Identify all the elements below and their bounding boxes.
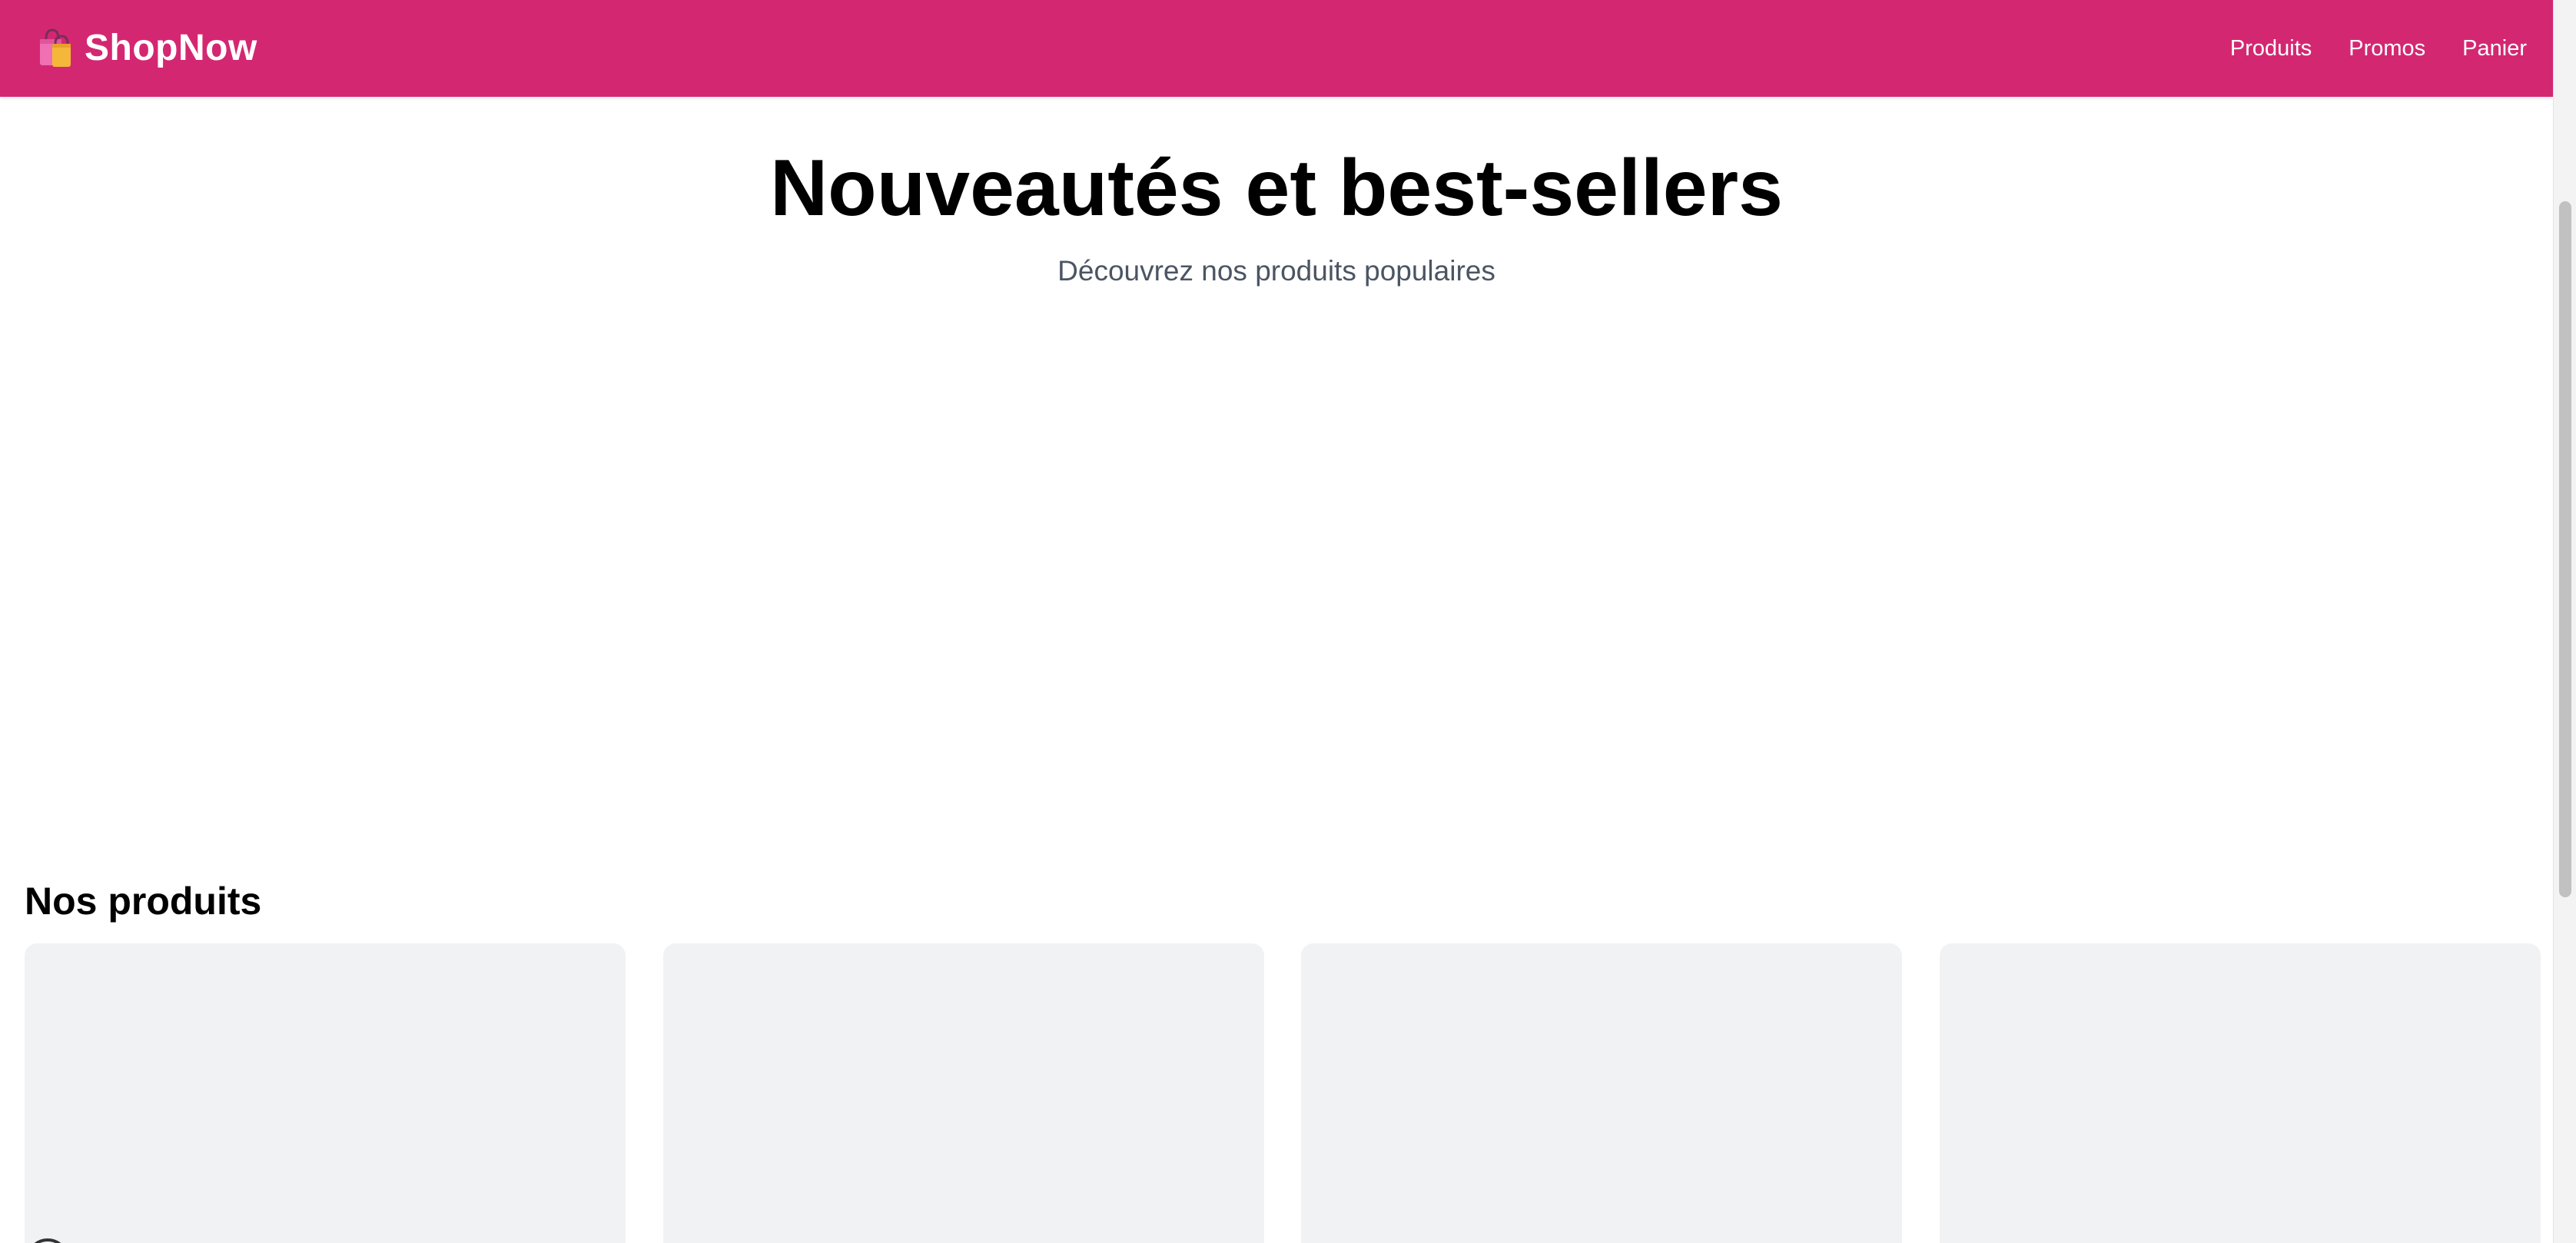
nav-link-produits[interactable]: Produits	[2230, 36, 2312, 61]
hero-subtitle: Découvrez nos produits populaires	[1057, 255, 1495, 287]
product-card[interactable]	[662, 943, 1264, 1243]
hero-title: Nouveautés et best-sellers	[770, 144, 1783, 233]
navbar: ShopNow Produits Promos Panier	[0, 0, 2553, 97]
product-card[interactable]	[1939, 943, 2541, 1243]
card-badge-icon	[26, 1238, 69, 1243]
nav-link-panier[interactable]: Panier	[2462, 36, 2527, 61]
brand-name: ShopNow	[85, 27, 257, 68]
scrollbar-thumb[interactable]	[2559, 201, 2571, 897]
product-card[interactable]	[25, 943, 626, 1243]
nav-link-promos[interactable]: Promos	[2349, 36, 2425, 61]
product-grid	[25, 943, 2541, 1243]
shopping-bags-icon	[40, 28, 71, 67]
page: ShopNow Produits Promos Panier Nouveauté…	[0, 0, 2576, 1243]
products-section-title: Nos produits	[25, 879, 262, 923]
brand-logo[interactable]: ShopNow	[35, 23, 257, 72]
product-card[interactable]	[1301, 943, 1903, 1243]
scrollbar[interactable]	[2553, 0, 2576, 1243]
main-nav: Produits Promos Panier	[2193, 0, 2527, 97]
